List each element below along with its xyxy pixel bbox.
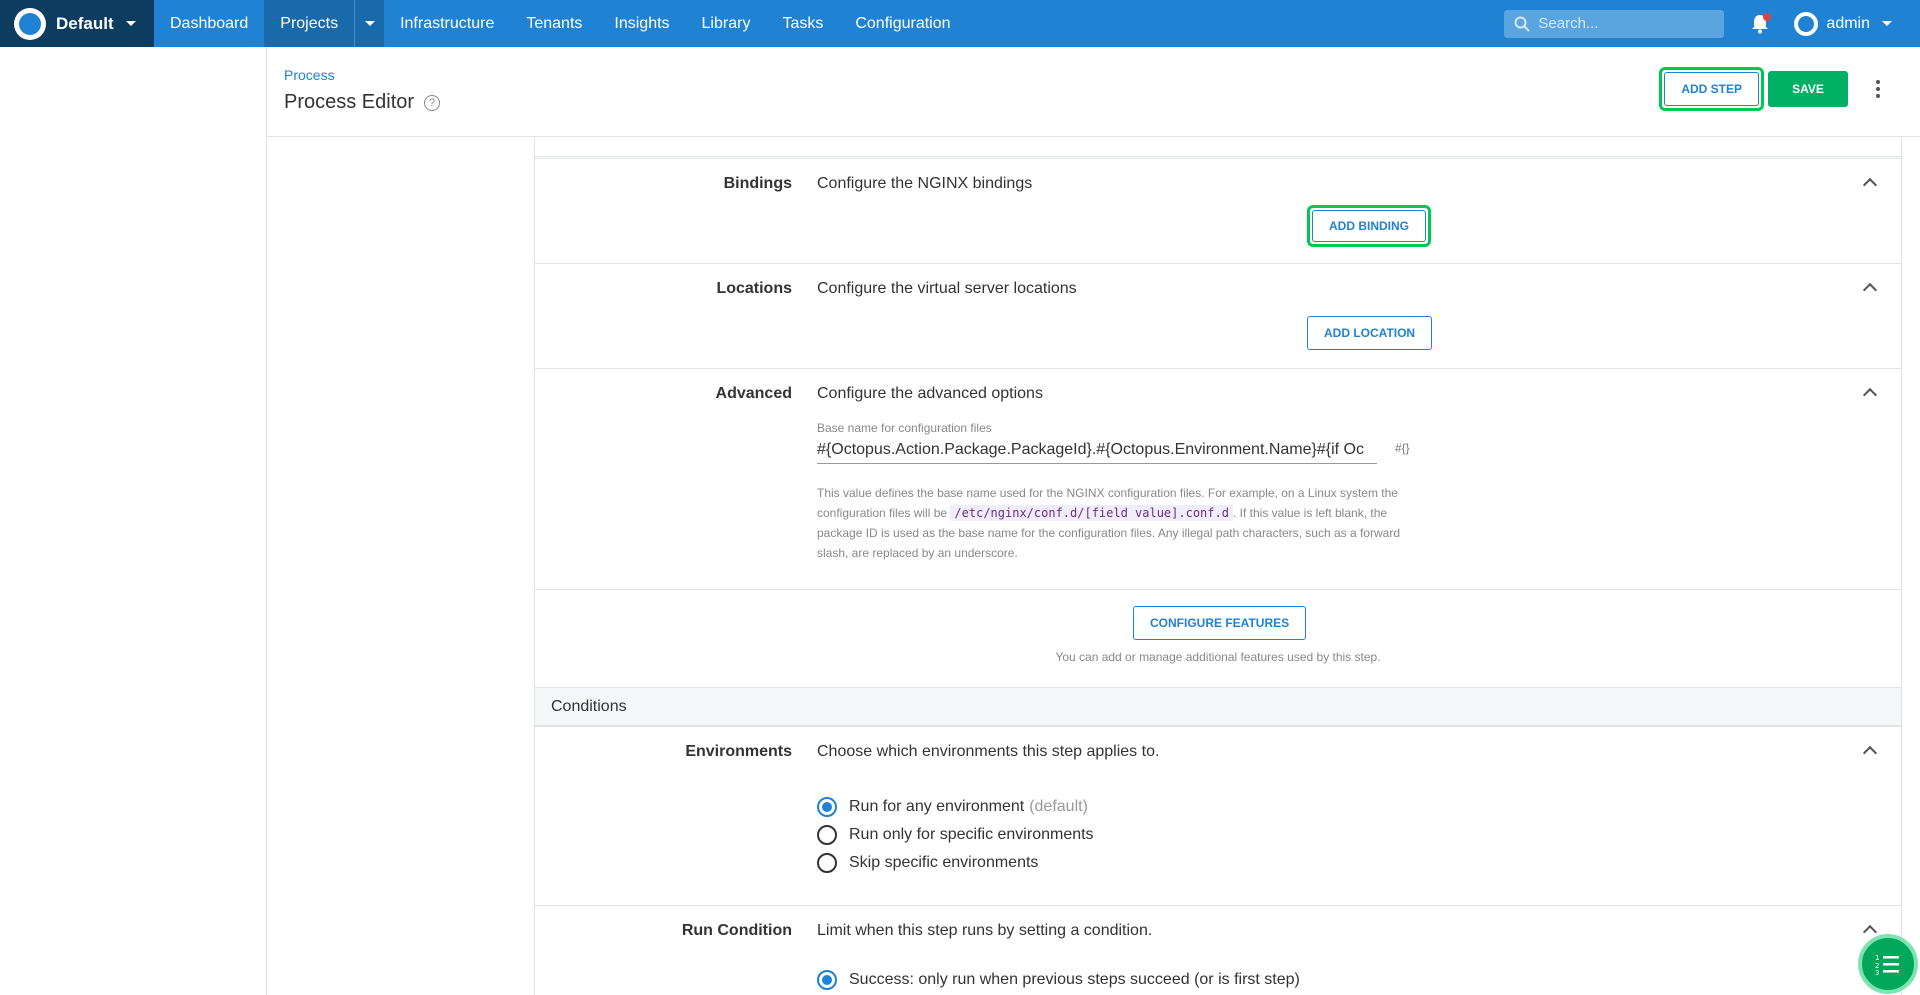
- collapse-chevron-icon[interactable]: [1863, 175, 1877, 189]
- radio-skip-environments[interactable]: Skip specific environments: [817, 853, 1038, 873]
- space-avatar-icon: [14, 7, 46, 40]
- variable-insert-icon[interactable]: #{}: [1395, 441, 1410, 455]
- search-input[interactable]: Search...: [1504, 9, 1725, 38]
- svg-text:3: 3: [1875, 969, 1879, 975]
- radio-unselected-icon: [817, 853, 837, 873]
- environments-description: Choose which environments this step appl…: [817, 743, 1160, 760]
- add-step-button[interactable]: ADD STEP: [1664, 72, 1759, 106]
- run-condition-section: Run Condition Limit when this step runs …: [535, 905, 1901, 995]
- configure-features-button[interactable]: CONFIGURE FEATURES: [1133, 606, 1307, 640]
- advanced-section: Advanced Configure the advanced options …: [535, 368, 1901, 589]
- bindings-label: Bindings: [723, 175, 792, 192]
- add-binding-highlight: ADD BINDING: [1307, 205, 1431, 247]
- config-path-code: /etc/nginx/conf.d/[field value].conf.d: [950, 505, 1233, 521]
- more-options-icon[interactable]: [1866, 71, 1890, 107]
- run-condition-label: Run Condition: [681, 922, 792, 939]
- default-note: (default): [1029, 798, 1088, 815]
- nav-dashboard[interactable]: Dashboard: [154, 0, 264, 47]
- environments-section: Environments Choose which environments t…: [535, 726, 1901, 874]
- user-avatar-icon: [1794, 11, 1819, 36]
- space-switcher[interactable]: Default: [0, 0, 154, 47]
- step-form: Bindings Configure the NGINX bindings AD…: [534, 138, 1902, 995]
- radio-unselected-icon: [817, 825, 837, 845]
- add-binding-button[interactable]: ADD BINDING: [1312, 210, 1426, 242]
- user-menu[interactable]: admin: [1794, 11, 1892, 36]
- run-condition-description: Limit when this step runs by setting a c…: [817, 922, 1153, 939]
- page-title-text: Process Editor: [284, 91, 415, 113]
- chevron-down-icon: [125, 21, 136, 26]
- help-icon[interactable]: ?: [424, 94, 441, 111]
- radio-any-environment[interactable]: Run for any environment (default): [817, 797, 1088, 817]
- nav-insights[interactable]: Insights: [598, 0, 685, 47]
- step-list-fab[interactable]: 1 2 3: [1858, 934, 1918, 994]
- collapse-chevron-icon[interactable]: [1863, 385, 1877, 399]
- chevron-down-icon: [364, 21, 375, 26]
- conditions-header: Conditions: [535, 687, 1901, 726]
- advanced-description: Configure the advanced options: [817, 385, 1043, 402]
- numbered-list-icon: 1 2 3: [1875, 954, 1899, 975]
- nav-infrastructure[interactable]: Infrastructure: [384, 0, 510, 47]
- locations-section: Locations Configure the virtual server l…: [535, 263, 1901, 368]
- features-note: You can add or manage additional feature…: [1055, 650, 1381, 664]
- top-nav: Default Dashboard Projects Infrastructur…: [0, 0, 1920, 47]
- notifications-button[interactable]: [1746, 10, 1774, 38]
- nav-library[interactable]: Library: [686, 0, 767, 47]
- notification-dot: [1763, 12, 1772, 21]
- nav-projects[interactable]: Projects: [264, 0, 355, 47]
- nav-tasks[interactable]: Tasks: [766, 0, 839, 47]
- locations-label: Locations: [716, 280, 792, 297]
- svg-text:1: 1: [1875, 954, 1879, 962]
- base-name-help: This value defines the base name used fo…: [817, 486, 1400, 560]
- page-header: Process Process Editor ? ADD STEP SAVE: [267, 47, 1920, 137]
- search-placeholder: Search...: [1538, 15, 1599, 32]
- collapse-chevron-icon[interactable]: [1863, 280, 1877, 294]
- content-area: Bindings Configure the NGINX bindings AD…: [267, 138, 1902, 995]
- environments-label: Environments: [685, 743, 792, 760]
- radio-selected-icon: [817, 970, 837, 990]
- bindings-description: Configure the NGINX bindings: [817, 175, 1033, 192]
- base-name-input[interactable]: #{Octopus.Action.Package.PackageId}.#{Oc…: [817, 441, 1377, 464]
- left-pane: [0, 47, 267, 995]
- bindings-section: Bindings Configure the NGINX bindings AD…: [535, 158, 1901, 263]
- collapse-chevron-icon[interactable]: [1863, 922, 1877, 936]
- base-name-label: Base name for configuration files: [817, 421, 992, 435]
- advanced-label: Advanced: [715, 385, 792, 402]
- save-button[interactable]: SAVE: [1768, 71, 1848, 107]
- projects-dropdown-toggle[interactable]: [354, 0, 385, 47]
- space-name: Default: [56, 13, 114, 33]
- breadcrumb[interactable]: Process: [284, 67, 335, 83]
- add-step-highlight: ADD STEP: [1659, 67, 1764, 111]
- locations-description: Configure the virtual server locations: [817, 280, 1077, 297]
- divider: [535, 156, 1901, 157]
- nav-tenants[interactable]: Tenants: [510, 0, 598, 47]
- search-icon: [1514, 16, 1531, 32]
- radio-success-condition[interactable]: Success: only run when previous steps su…: [817, 970, 1300, 990]
- user-name: admin: [1826, 14, 1870, 32]
- collapse-chevron-icon[interactable]: [1863, 743, 1877, 757]
- chevron-down-icon: [1882, 21, 1892, 26]
- radio-specific-environments[interactable]: Run only for specific environments: [817, 825, 1094, 845]
- nav-configuration[interactable]: Configuration: [839, 0, 966, 47]
- radio-selected-icon: [817, 797, 837, 817]
- page-title: Process Editor ?: [284, 91, 441, 114]
- add-location-button[interactable]: ADD LOCATION: [1307, 316, 1433, 350]
- features-section: CONFIGURE FEATURES You can add or manage…: [535, 589, 1901, 687]
